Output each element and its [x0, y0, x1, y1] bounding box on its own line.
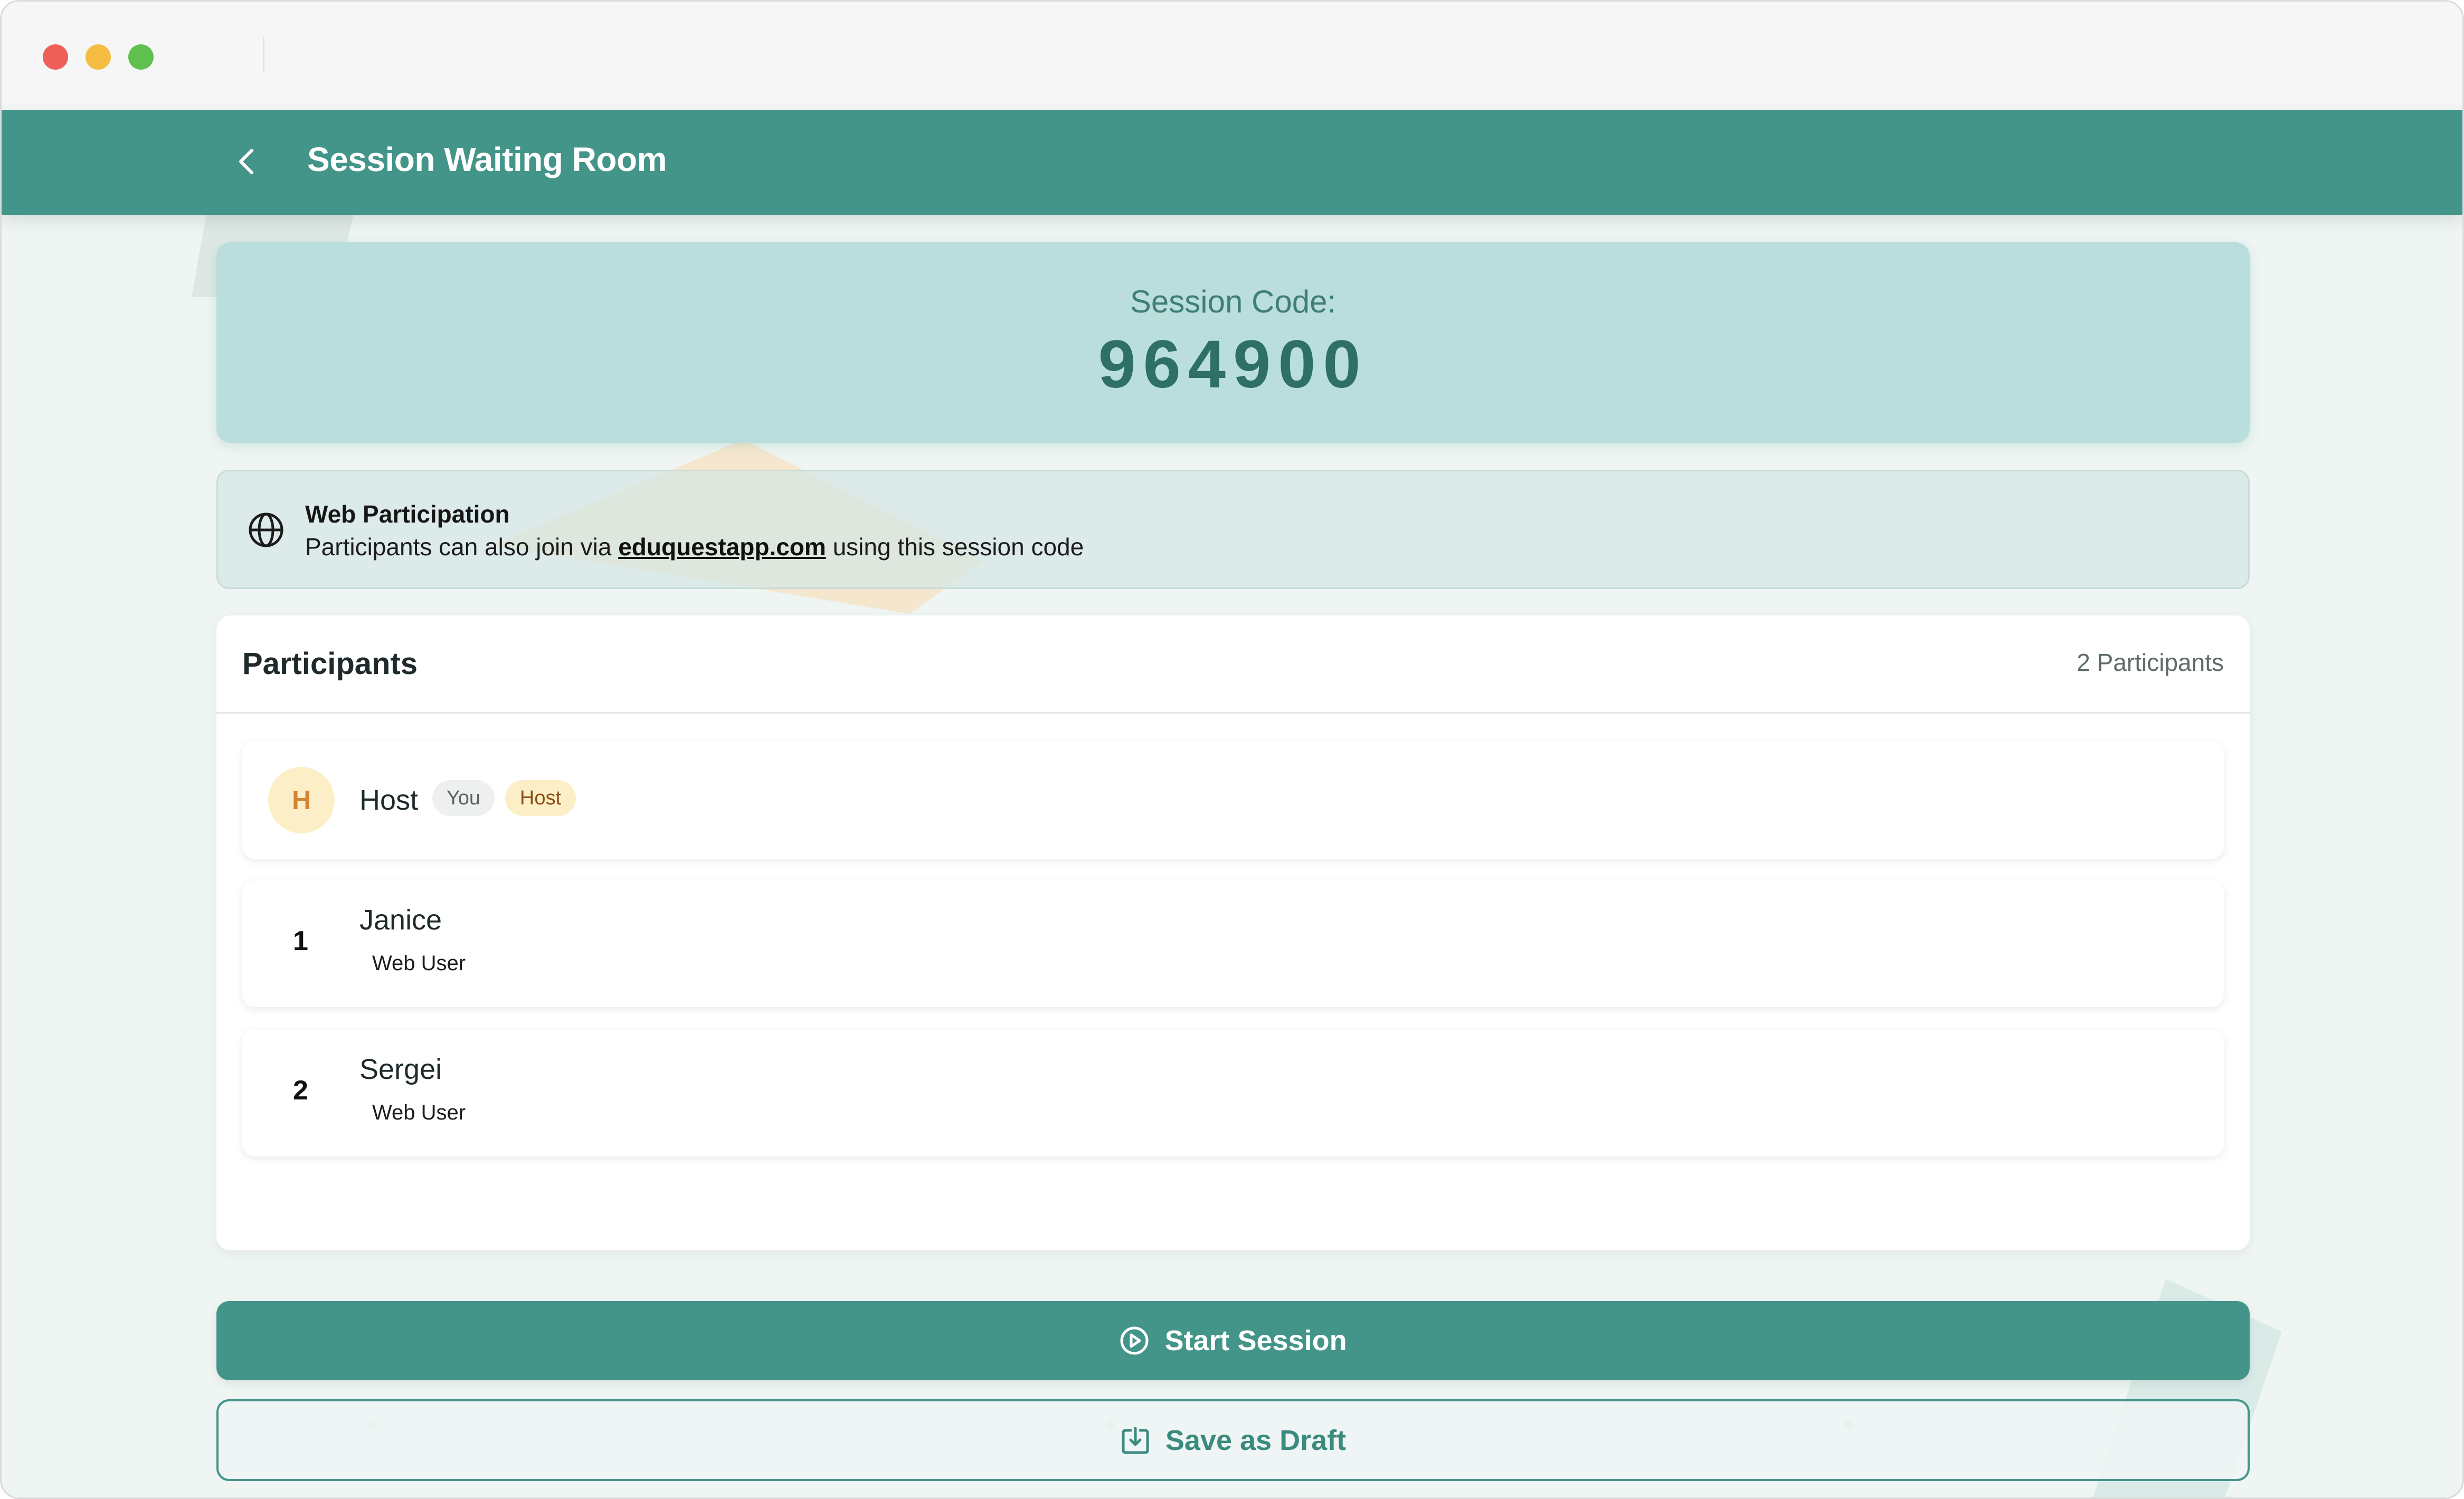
app-window: Session Waiting Room Session Code: 96490…: [0, 0, 2464, 1499]
window-titlebar: [2, 2, 2462, 110]
web-participation-desc-before: Participants can also join via: [305, 533, 612, 561]
download-tray-icon: [1122, 1427, 1149, 1454]
participants-title: Participants: [242, 647, 418, 681]
participant-row-host: H Host You Host: [242, 742, 2224, 859]
participant-type: Web User: [372, 952, 466, 975]
window-close-button[interactable]: [43, 44, 68, 70]
globe-icon: [249, 513, 283, 547]
start-session-label: Start Session: [1164, 1325, 1347, 1356]
web-participation-description: Participants can also join via eduquesta…: [305, 533, 1084, 561]
web-participation-card: Web Participation Participants can also …: [216, 470, 2250, 589]
web-participation-title: Web Participation: [305, 500, 510, 528]
participant-number: 1: [293, 926, 308, 956]
participants-count: 2 Participants: [2077, 649, 2224, 676]
session-code-label: Session Code:: [1130, 284, 1337, 319]
page-title: Session Waiting Room: [307, 140, 667, 178]
window-maximize-button[interactable]: [128, 44, 154, 70]
session-code-value: 964900: [1098, 327, 1368, 402]
window-minimize-button[interactable]: [86, 44, 111, 70]
save-as-draft-label: Save as Draft: [1165, 1424, 1347, 1456]
participant-row: 2 Sergei Web User: [242, 1030, 2224, 1156]
web-participation-link[interactable]: eduquestapp.com: [618, 533, 826, 561]
participant-name: Host: [359, 784, 419, 816]
start-session-button[interactable]: Start Session: [216, 1301, 2250, 1380]
session-code-card: Session Code: 964900: [216, 242, 2250, 443]
save-as-draft-button[interactable]: Save as Draft: [216, 1399, 2250, 1481]
participant-type: Web User: [372, 1101, 466, 1124]
participant-row: 1 Janice Web User: [242, 880, 2224, 1007]
web-participation-desc-after: using this session code: [832, 533, 1084, 561]
chevron-left-icon: [239, 149, 253, 174]
you-badge: You: [432, 780, 495, 816]
participant-number: 2: [293, 1075, 308, 1106]
participants-card: Participants 2 Participants H Host You H…: [216, 615, 2250, 1250]
participant-name: Sergei: [359, 1054, 442, 1085]
play-circle-icon: [1120, 1326, 1149, 1355]
back-button[interactable]: [230, 144, 264, 179]
participant-name: Janice: [359, 904, 442, 936]
avatar: H: [268, 767, 335, 833]
host-badge: Host: [505, 780, 576, 816]
titlebar-divider: [263, 36, 264, 72]
participants-divider: [216, 712, 2250, 714]
